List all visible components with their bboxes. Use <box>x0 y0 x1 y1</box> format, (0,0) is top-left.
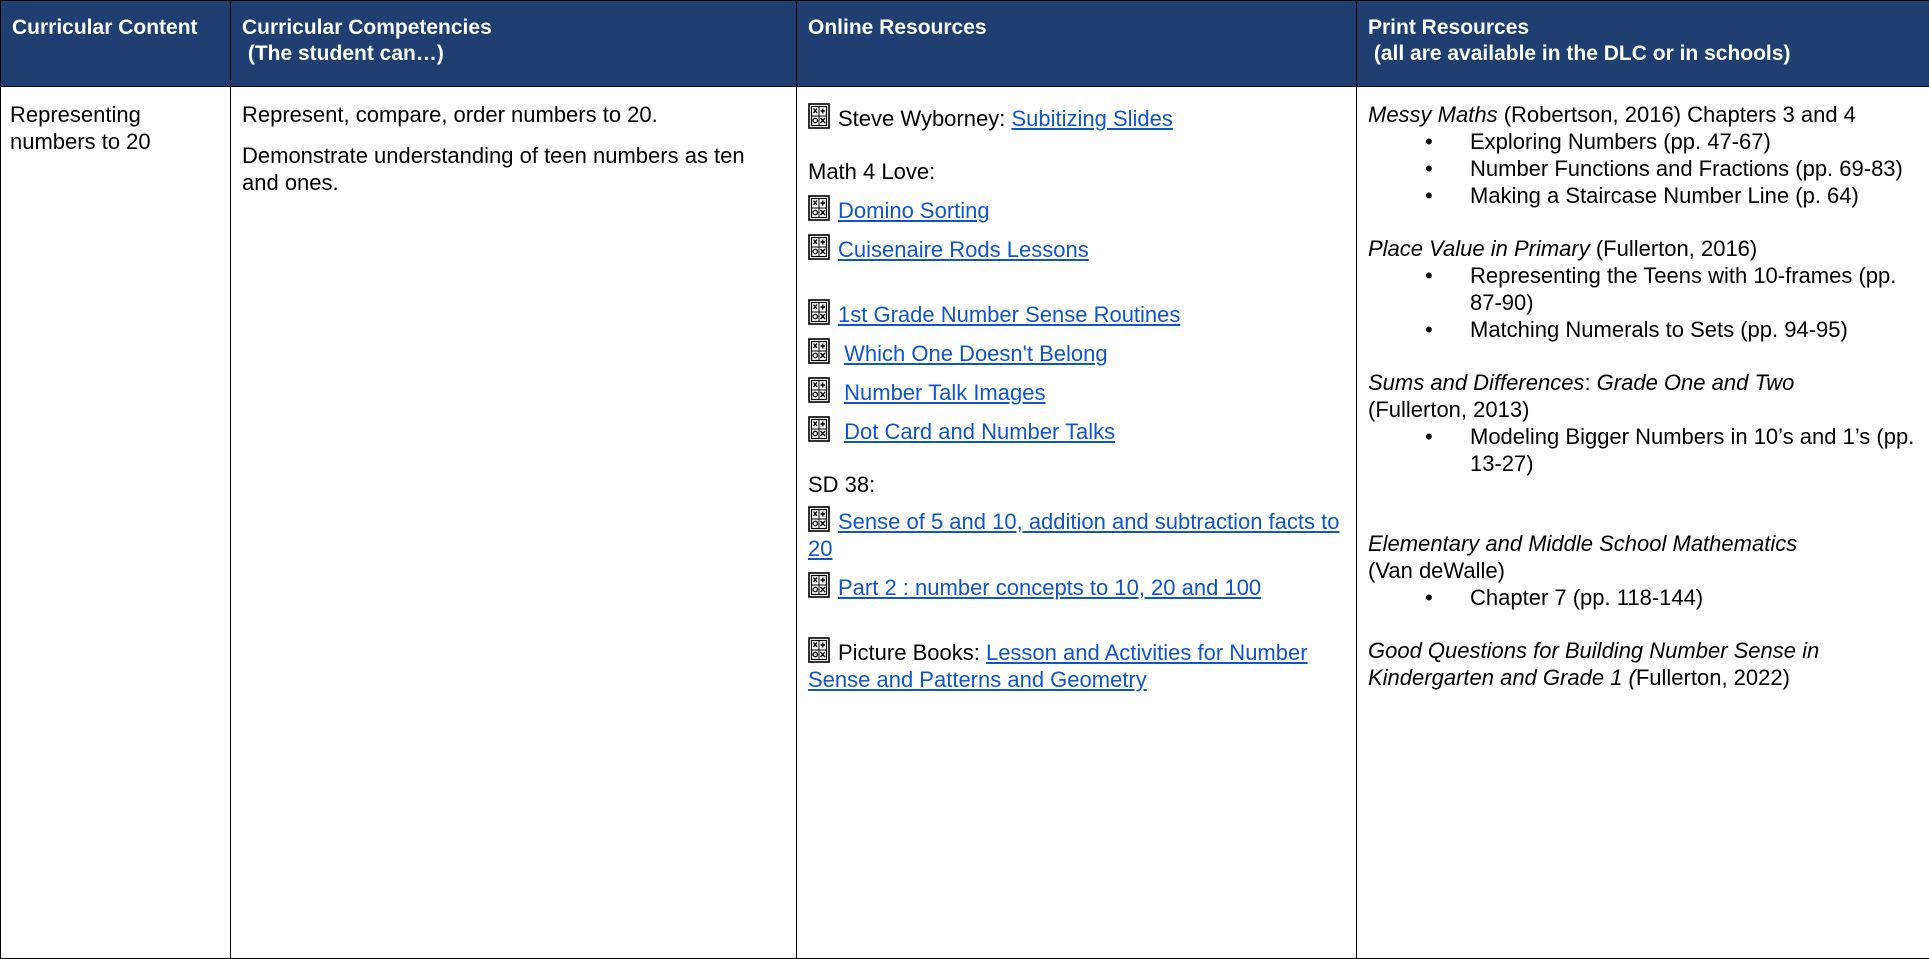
print-entry-elementary: Elementary and Middle School Mathematics… <box>1368 530 1918 611</box>
print-resources-cell: Messy Maths (Robertson, 2016) Chapters 3… <box>1357 87 1929 959</box>
chapter-list: Exploring Numbers (pp. 47-67) Number Fun… <box>1368 128 1918 209</box>
citation-rest: Fullerton, 2022) <box>1636 665 1790 690</box>
link-which-one-doesnt-belong[interactable]: Which One Doesn't Belong <box>844 341 1107 366</box>
list-item: Matching Numerals to Sets (pp. 94-95) <box>1368 316 1918 343</box>
calculator-icon <box>808 103 830 130</box>
header-print-resources: Print Resources (all are available in th… <box>1357 1 1929 87</box>
link-number-talk-images[interactable]: Number Talk Images <box>844 380 1045 405</box>
header-print-line2: (all are available in the DLC or in scho… <box>1368 41 1918 67</box>
citation-colon: : <box>1584 370 1596 395</box>
header-row: Curricular Content Curricular Competenci… <box>1 1 1929 87</box>
resource-sense-of-5: Sense of 5 and 10, addition and subtract… <box>808 508 1345 562</box>
chapter-list: Representing the Teens with 10-frames (p… <box>1368 262 1918 343</box>
resource-table: Curricular Content Curricular Competenci… <box>0 0 1929 959</box>
curricular-content-cell: Representing numbers to 20 <box>1 87 231 959</box>
resource-cuisenaire: Cuisenaire Rods Lessons <box>808 236 1345 263</box>
header-online-resources: Online Resources <box>797 1 1357 87</box>
calculator-icon <box>808 195 830 222</box>
resource-number-talk: Number Talk Images <box>808 379 1345 406</box>
print-entry-place-value: Place Value in Primary (Fullerton, 2016)… <box>1368 235 1918 343</box>
print-citation: Place Value in Primary (Fullerton, 2016) <box>1368 235 1918 262</box>
link-first-grade-routines[interactable]: 1st Grade Number Sense Routines <box>838 302 1180 327</box>
print-citation: Messy Maths (Robertson, 2016) Chapters 3… <box>1368 101 1918 128</box>
print-citation: Sums and Differences: Grade One and Two (… <box>1368 369 1918 423</box>
header-competencies-line1: Curricular Competencies <box>242 15 785 41</box>
resource-picture-books: Picture Books: Lesson and Activities for… <box>808 639 1345 693</box>
chapter-list: Chapter 7 (pp. 118-144) <box>1368 584 1918 611</box>
resource-first-grade: 1st Grade Number Sense Routines <box>808 301 1345 328</box>
resource-wyborney: Steve Wyborney: Subitizing Slides <box>808 103 1345 132</box>
resource-which-one: Which One Doesn't Belong <box>808 340 1345 367</box>
competency-item: Represent, compare, order numbers to 20. <box>242 101 785 128</box>
content-topic: Representing numbers to 20 <box>10 101 219 155</box>
online-resources-cell: Steve Wyborney: Subitizing Slides Math 4… <box>797 87 1357 959</box>
header-print-line1: Print Resources <box>1368 15 1918 41</box>
citation-rest: (Robertson, 2016) Chapters 3 and 4 <box>1498 102 1856 127</box>
citation-rest: (Van deWalle) <box>1368 558 1505 583</box>
print-citation: Good Questions for Building Number Sense… <box>1368 637 1918 691</box>
calculator-icon <box>808 234 830 261</box>
list-item: Modeling Bigger Numbers in 10’s and 1’s … <box>1368 423 1918 477</box>
math4love-heading: Math 4 Love: <box>808 158 1345 185</box>
wyborney-prefix: Steve Wyborney: <box>838 106 1011 131</box>
resource-domino: Domino Sorting <box>808 197 1345 224</box>
resource-part2: Part 2 : number concepts to 10, 20 and 1… <box>808 574 1345 601</box>
table-row: Representing numbers to 20 Represent, co… <box>1 87 1929 959</box>
calculator-icon <box>808 299 830 326</box>
list-item: Chapter 7 (pp. 118-144) <box>1368 584 1918 611</box>
book-title: Messy Maths <box>1368 102 1498 127</box>
competencies-cell: Represent, compare, order numbers to 20.… <box>231 87 797 959</box>
print-entry-messy-maths: Messy Maths (Robertson, 2016) Chapters 3… <box>1368 101 1918 209</box>
competency-item: Demonstrate understanding of teen number… <box>242 142 785 196</box>
link-dot-card-number-talks[interactable]: Dot Card and Number Talks <box>844 419 1115 444</box>
print-citation: Elementary and Middle School Mathematics… <box>1368 530 1918 584</box>
link-part2-number-concepts[interactable]: Part 2 : number concepts to 10, 20 and 1… <box>838 575 1261 600</box>
link-sense-of-5-and-10[interactable]: Sense of 5 and 10, addition and subtract… <box>808 509 1339 561</box>
header-curricular-competencies: Curricular Competencies (The student can… <box>231 1 797 87</box>
calculator-icon <box>808 637 830 664</box>
book-title: Place Value in Primary <box>1368 236 1590 261</box>
header-competencies-line2: (The student can…) <box>242 41 785 67</box>
header-curricular-content: Curricular Content <box>1 1 231 87</box>
citation-rest: (Fullerton, 2013) <box>1368 397 1529 422</box>
calculator-icon <box>808 416 830 443</box>
list-item: Number Functions and Fractions (pp. 69-8… <box>1368 155 1918 182</box>
list-item: Representing the Teens with 10-frames (p… <box>1368 262 1918 316</box>
print-entry-sums: Sums and Differences: Grade One and Two (… <box>1368 369 1918 477</box>
calculator-icon <box>808 506 830 533</box>
link-cuisenaire-rods[interactable]: Cuisenaire Rods Lessons <box>838 237 1089 262</box>
print-entry-good-questions: Good Questions for Building Number Sense… <box>1368 637 1918 691</box>
book-title: Elementary and Middle School Mathematics <box>1368 531 1797 556</box>
link-domino-sorting[interactable]: Domino Sorting <box>838 198 990 223</box>
calculator-icon <box>808 338 830 365</box>
calculator-icon <box>808 377 830 404</box>
calculator-icon <box>808 572 830 599</box>
book-subtitle: Grade One and Two <box>1597 370 1795 395</box>
book-title: Sums and Differences <box>1368 370 1584 395</box>
citation-rest: (Fullerton, 2016) <box>1590 236 1758 261</box>
link-subitizing-slides[interactable]: Subitizing Slides <box>1011 106 1172 131</box>
list-item: Exploring Numbers (pp. 47-67) <box>1368 128 1918 155</box>
chapter-list: Modeling Bigger Numbers in 10’s and 1’s … <box>1368 423 1918 477</box>
resource-dot-card: Dot Card and Number Talks <box>808 418 1345 445</box>
list-item: Making a Staircase Number Line (p. 64) <box>1368 182 1918 209</box>
sd38-heading: SD 38: <box>808 471 1345 498</box>
picture-books-prefix: Picture Books: <box>838 640 986 665</box>
